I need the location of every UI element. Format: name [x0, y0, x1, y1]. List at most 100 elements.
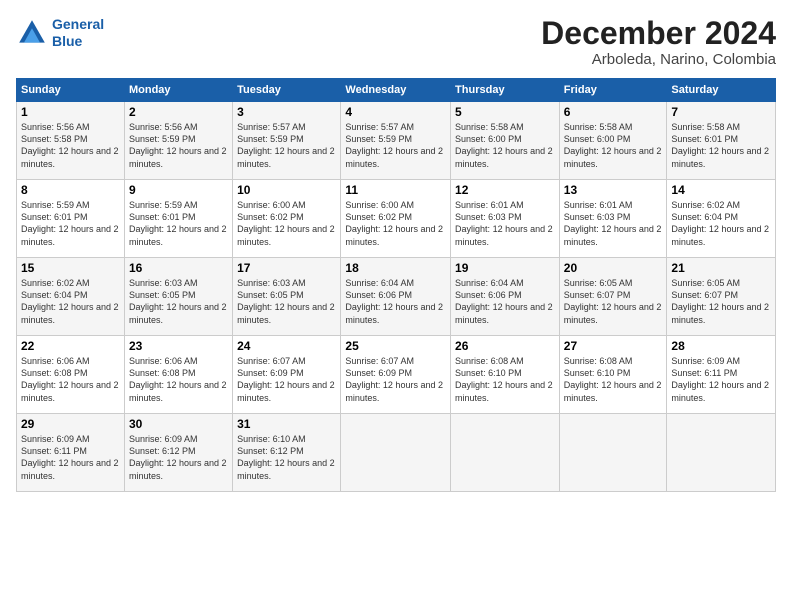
day-number: 22: [21, 339, 120, 353]
day-detail: Sunrise: 5:59 AM Sunset: 6:01 PM Dayligh…: [129, 199, 228, 248]
calendar-week-1: 1 Sunrise: 5:56 AM Sunset: 5:58 PM Dayli…: [17, 102, 776, 180]
calendar-cell: 30 Sunrise: 6:09 AM Sunset: 6:12 PM Dayl…: [124, 414, 232, 492]
header-wednesday: Wednesday: [341, 79, 451, 102]
calendar-cell: 4 Sunrise: 5:57 AM Sunset: 5:59 PM Dayli…: [341, 102, 451, 180]
calendar-cell: 1 Sunrise: 5:56 AM Sunset: 5:58 PM Dayli…: [17, 102, 125, 180]
calendar-week-5: 29 Sunrise: 6:09 AM Sunset: 6:11 PM Dayl…: [17, 414, 776, 492]
calendar-cell: 9 Sunrise: 5:59 AM Sunset: 6:01 PM Dayli…: [124, 180, 232, 258]
day-number: 1: [21, 105, 120, 119]
calendar-cell: [667, 414, 776, 492]
day-number: 6: [564, 105, 663, 119]
day-detail: Sunrise: 6:05 AM Sunset: 6:07 PM Dayligh…: [671, 277, 771, 326]
logo: General Blue: [16, 16, 104, 50]
day-number: 18: [345, 261, 446, 275]
calendar-cell: 8 Sunrise: 5:59 AM Sunset: 6:01 PM Dayli…: [17, 180, 125, 258]
day-number: 27: [564, 339, 663, 353]
logo-icon: [16, 17, 48, 49]
day-detail: Sunrise: 6:09 AM Sunset: 6:12 PM Dayligh…: [129, 433, 228, 482]
day-number: 14: [671, 183, 771, 197]
day-number: 28: [671, 339, 771, 353]
day-detail: Sunrise: 6:10 AM Sunset: 6:12 PM Dayligh…: [237, 433, 336, 482]
day-detail: Sunrise: 6:00 AM Sunset: 6:02 PM Dayligh…: [345, 199, 446, 248]
calendar-cell: 23 Sunrise: 6:06 AM Sunset: 6:08 PM Dayl…: [124, 336, 232, 414]
day-number: 24: [237, 339, 336, 353]
calendar-table: Sunday Monday Tuesday Wednesday Thursday…: [16, 78, 776, 492]
day-detail: Sunrise: 6:01 AM Sunset: 6:03 PM Dayligh…: [455, 199, 555, 248]
day-number: 4: [345, 105, 446, 119]
calendar-cell: 10 Sunrise: 6:00 AM Sunset: 6:02 PM Dayl…: [233, 180, 341, 258]
calendar-cell: 13 Sunrise: 6:01 AM Sunset: 6:03 PM Dayl…: [559, 180, 667, 258]
location-subtitle: Arboleda, Narino, Colombia: [541, 51, 776, 68]
day-number: 25: [345, 339, 446, 353]
day-detail: Sunrise: 5:59 AM Sunset: 6:01 PM Dayligh…: [21, 199, 120, 248]
month-title: December 2024: [541, 16, 776, 51]
calendar-week-4: 22 Sunrise: 6:06 AM Sunset: 6:08 PM Dayl…: [17, 336, 776, 414]
calendar-cell: 27 Sunrise: 6:08 AM Sunset: 6:10 PM Dayl…: [559, 336, 667, 414]
day-number: 7: [671, 105, 771, 119]
calendar-cell: 19 Sunrise: 6:04 AM Sunset: 6:06 PM Dayl…: [451, 258, 560, 336]
day-detail: Sunrise: 5:58 AM Sunset: 6:01 PM Dayligh…: [671, 121, 771, 170]
day-number: 9: [129, 183, 228, 197]
day-detail: Sunrise: 6:02 AM Sunset: 6:04 PM Dayligh…: [21, 277, 120, 326]
day-detail: Sunrise: 6:01 AM Sunset: 6:03 PM Dayligh…: [564, 199, 663, 248]
calendar-cell: 29 Sunrise: 6:09 AM Sunset: 6:11 PM Dayl…: [17, 414, 125, 492]
day-detail: Sunrise: 5:57 AM Sunset: 5:59 PM Dayligh…: [237, 121, 336, 170]
header-friday: Friday: [559, 79, 667, 102]
calendar-cell: 26 Sunrise: 6:08 AM Sunset: 6:10 PM Dayl…: [451, 336, 560, 414]
day-number: 16: [129, 261, 228, 275]
day-number: 15: [21, 261, 120, 275]
calendar-cell: 31 Sunrise: 6:10 AM Sunset: 6:12 PM Dayl…: [233, 414, 341, 492]
logo-text: General Blue: [52, 16, 104, 50]
day-number: 20: [564, 261, 663, 275]
day-detail: Sunrise: 6:09 AM Sunset: 6:11 PM Dayligh…: [21, 433, 120, 482]
day-detail: Sunrise: 5:58 AM Sunset: 6:00 PM Dayligh…: [455, 121, 555, 170]
day-number: 19: [455, 261, 555, 275]
calendar-body: 1 Sunrise: 5:56 AM Sunset: 5:58 PM Dayli…: [17, 102, 776, 492]
day-detail: Sunrise: 6:03 AM Sunset: 6:05 PM Dayligh…: [129, 277, 228, 326]
calendar-cell: 24 Sunrise: 6:07 AM Sunset: 6:09 PM Dayl…: [233, 336, 341, 414]
calendar-cell: 7 Sunrise: 5:58 AM Sunset: 6:01 PM Dayli…: [667, 102, 776, 180]
day-detail: Sunrise: 5:56 AM Sunset: 5:59 PM Dayligh…: [129, 121, 228, 170]
day-detail: Sunrise: 6:06 AM Sunset: 6:08 PM Dayligh…: [129, 355, 228, 404]
day-detail: Sunrise: 6:09 AM Sunset: 6:11 PM Dayligh…: [671, 355, 771, 404]
day-detail: Sunrise: 5:58 AM Sunset: 6:00 PM Dayligh…: [564, 121, 663, 170]
day-detail: Sunrise: 5:57 AM Sunset: 5:59 PM Dayligh…: [345, 121, 446, 170]
header-thursday: Thursday: [451, 79, 560, 102]
calendar-cell: 5 Sunrise: 5:58 AM Sunset: 6:00 PM Dayli…: [451, 102, 560, 180]
header-sunday: Sunday: [17, 79, 125, 102]
calendar-cell: 21 Sunrise: 6:05 AM Sunset: 6:07 PM Dayl…: [667, 258, 776, 336]
day-number: 31: [237, 417, 336, 431]
calendar-header: Sunday Monday Tuesday Wednesday Thursday…: [17, 79, 776, 102]
day-number: 8: [21, 183, 120, 197]
calendar-cell: 12 Sunrise: 6:01 AM Sunset: 6:03 PM Dayl…: [451, 180, 560, 258]
header-tuesday: Tuesday: [233, 79, 341, 102]
day-number: 26: [455, 339, 555, 353]
day-detail: Sunrise: 6:08 AM Sunset: 6:10 PM Dayligh…: [455, 355, 555, 404]
day-number: 12: [455, 183, 555, 197]
day-number: 23: [129, 339, 228, 353]
calendar-cell: 22 Sunrise: 6:06 AM Sunset: 6:08 PM Dayl…: [17, 336, 125, 414]
header-saturday: Saturday: [667, 79, 776, 102]
day-number: 11: [345, 183, 446, 197]
day-number: 3: [237, 105, 336, 119]
calendar-cell: 20 Sunrise: 6:05 AM Sunset: 6:07 PM Dayl…: [559, 258, 667, 336]
day-detail: Sunrise: 6:06 AM Sunset: 6:08 PM Dayligh…: [21, 355, 120, 404]
day-detail: Sunrise: 6:07 AM Sunset: 6:09 PM Dayligh…: [345, 355, 446, 404]
day-detail: Sunrise: 6:08 AM Sunset: 6:10 PM Dayligh…: [564, 355, 663, 404]
day-number: 13: [564, 183, 663, 197]
header: General Blue December 2024 Arboleda, Nar…: [16, 16, 776, 68]
calendar-cell: 17 Sunrise: 6:03 AM Sunset: 6:05 PM Dayl…: [233, 258, 341, 336]
day-number: 30: [129, 417, 228, 431]
page-container: General Blue December 2024 Arboleda, Nar…: [0, 0, 792, 502]
day-number: 29: [21, 417, 120, 431]
day-detail: Sunrise: 6:03 AM Sunset: 6:05 PM Dayligh…: [237, 277, 336, 326]
day-detail: Sunrise: 5:56 AM Sunset: 5:58 PM Dayligh…: [21, 121, 120, 170]
calendar-cell: [559, 414, 667, 492]
calendar-cell: 16 Sunrise: 6:03 AM Sunset: 6:05 PM Dayl…: [124, 258, 232, 336]
calendar-cell: 11 Sunrise: 6:00 AM Sunset: 6:02 PM Dayl…: [341, 180, 451, 258]
day-number: 5: [455, 105, 555, 119]
calendar-cell: 3 Sunrise: 5:57 AM Sunset: 5:59 PM Dayli…: [233, 102, 341, 180]
calendar-cell: 28 Sunrise: 6:09 AM Sunset: 6:11 PM Dayl…: [667, 336, 776, 414]
calendar-week-3: 15 Sunrise: 6:02 AM Sunset: 6:04 PM Dayl…: [17, 258, 776, 336]
day-number: 2: [129, 105, 228, 119]
